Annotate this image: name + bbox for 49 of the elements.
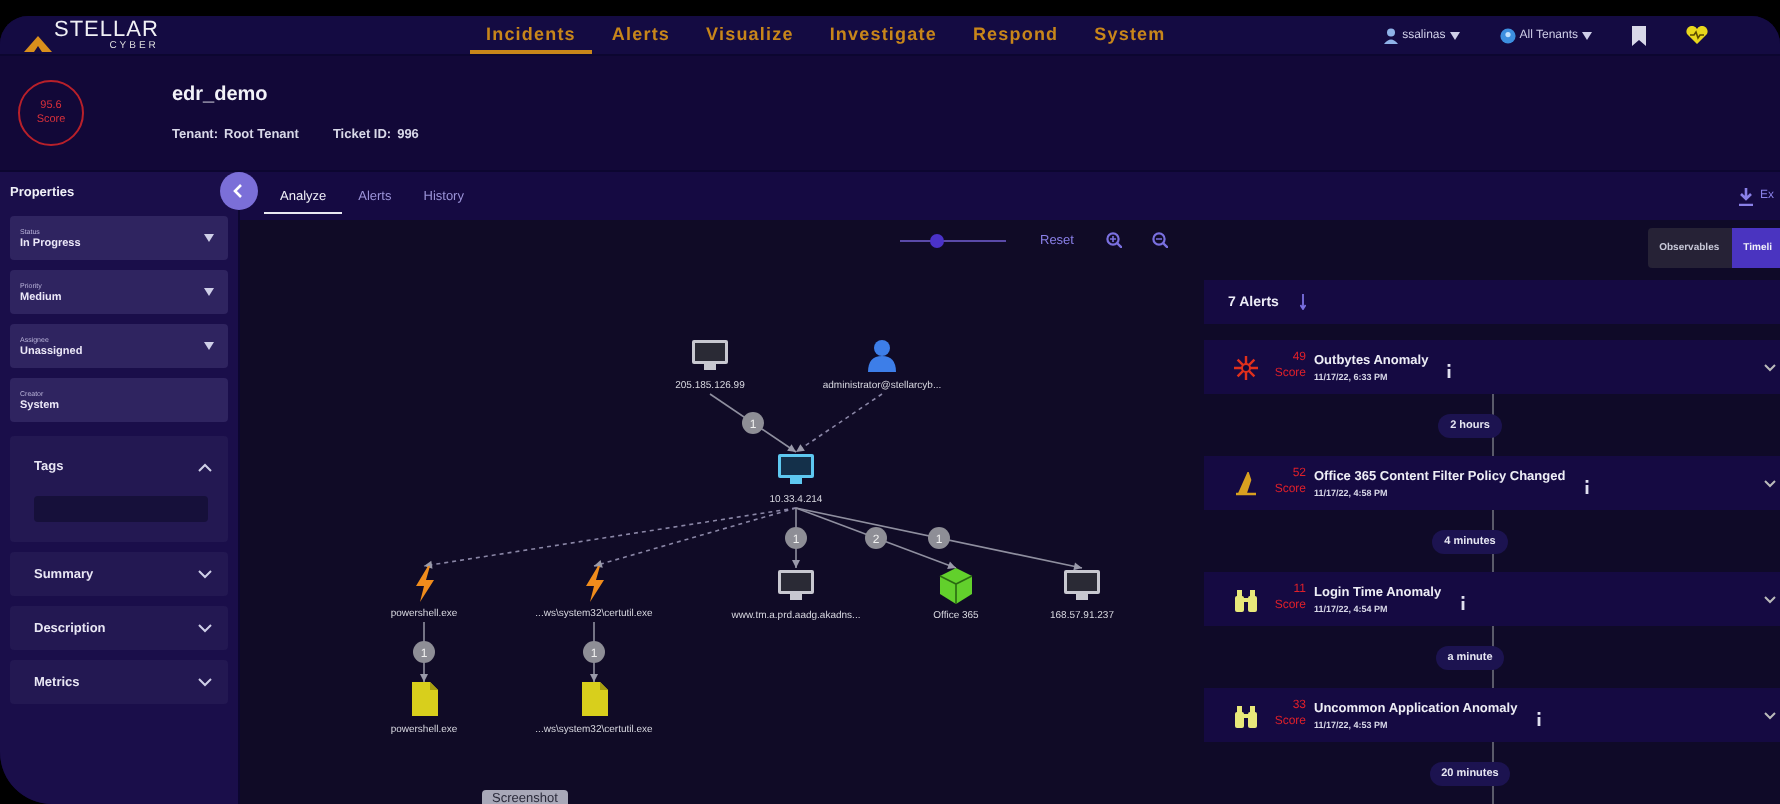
info-icon[interactable]: [1446, 364, 1453, 378]
connector-arrow: [709, 393, 797, 453]
zoom-out-icon[interactable]: [1151, 232, 1168, 248]
logo-mark-icon: [24, 35, 52, 51]
monitor-icon[interactable]: [1064, 570, 1100, 600]
chevron-icon[interactable]: [1764, 479, 1776, 487]
download-icon: [1737, 187, 1754, 205]
nav-tab[interactable]: Investigate: [813, 16, 953, 54]
globe-icon: [1499, 27, 1516, 43]
lightning-icon[interactable]: [416, 566, 434, 602]
caret-icon: [1582, 31, 1592, 39]
binoculars-icon: [1234, 587, 1258, 611]
info-icon[interactable]: [1583, 480, 1590, 494]
sort-arrow-icon[interactable]: [1300, 294, 1307, 310]
person-icon[interactable]: [868, 340, 896, 372]
document-icon[interactable]: [412, 682, 438, 716]
document-icon[interactable]: [582, 682, 608, 716]
nav-tab[interactable]: Respond: [956, 16, 1075, 54]
burst-icon: [1234, 355, 1258, 379]
chevron-icon[interactable]: [1764, 711, 1776, 719]
logo-text: STELLAR: [54, 19, 159, 41]
lightning-icon[interactable]: [586, 566, 604, 602]
zoom-in-icon[interactable]: [1105, 232, 1122, 248]
incident-title: edr_demo: [172, 84, 270, 106]
connector-arrow: [590, 621, 598, 683]
cube-icon[interactable]: [939, 568, 973, 605]
nav-tab[interactable]: Visualize: [690, 16, 810, 54]
chevron-icon[interactable]: [198, 677, 212, 687]
back-button-icon[interactable]: [220, 172, 258, 210]
bookmark-icon[interactable]: [1632, 25, 1646, 45]
info-icon[interactable]: [1535, 712, 1542, 726]
chevron-icon[interactable]: [198, 623, 212, 633]
info-icon[interactable]: [1459, 596, 1466, 610]
chevron-icon[interactable]: [198, 569, 212, 579]
chevron-icon[interactable]: [198, 461, 212, 471]
chevron-icon[interactable]: [1764, 363, 1776, 371]
monitor-icon[interactable]: [778, 570, 814, 600]
connector-arrow: [420, 621, 428, 683]
heart-icon[interactable]: [1686, 26, 1708, 44]
tags-input-field[interactable]: [34, 496, 208, 522]
dashed-connector-arrow: [795, 393, 883, 453]
caret-icon: [1449, 31, 1460, 39]
chevron-icon[interactable]: [1764, 595, 1776, 603]
nav-tab[interactable]: Alerts: [595, 16, 687, 54]
nav-tab[interactable]: System: [1078, 16, 1182, 54]
monitor-icon[interactable]: [692, 340, 728, 370]
person-icon: [1384, 27, 1399, 43]
monitor-icon[interactable]: [778, 454, 814, 484]
binoculars-icon: [1234, 703, 1258, 727]
